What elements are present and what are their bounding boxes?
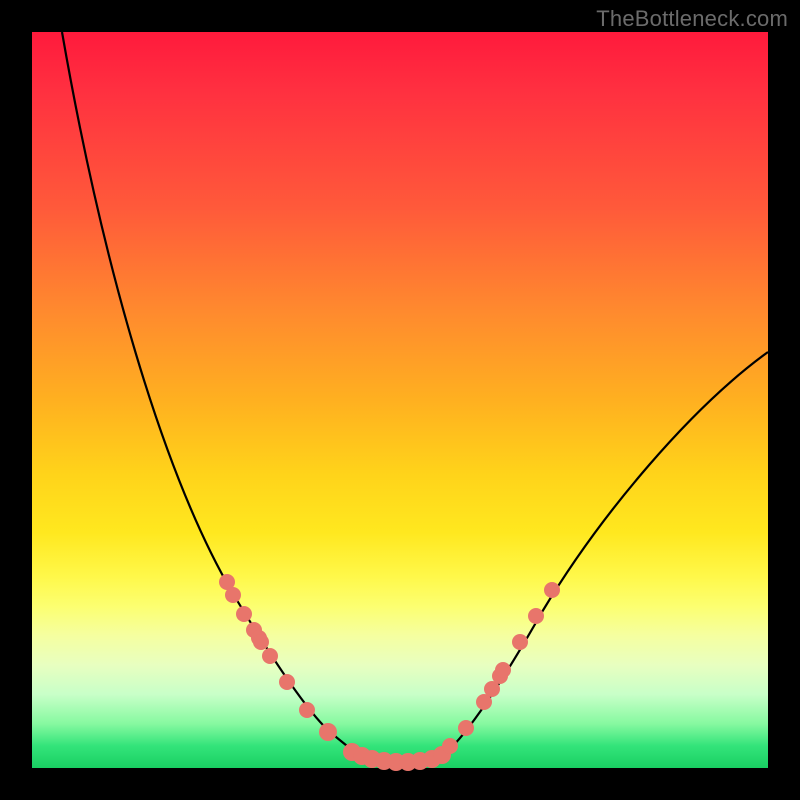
marker-dot bbox=[512, 634, 528, 650]
marker-dot bbox=[279, 674, 295, 690]
marker-dot bbox=[442, 738, 458, 754]
outer-frame: TheBottleneck.com bbox=[0, 0, 800, 800]
marker-dot bbox=[458, 720, 474, 736]
marker-dot bbox=[528, 608, 544, 624]
marker-group bbox=[219, 574, 560, 771]
gradient-plot-area bbox=[32, 32, 768, 768]
marker-dot bbox=[495, 662, 511, 678]
v-curve-path bbox=[62, 32, 768, 762]
marker-dot bbox=[544, 582, 560, 598]
marker-dot bbox=[299, 702, 315, 718]
marker-dot bbox=[262, 648, 278, 664]
curve-layer bbox=[32, 32, 768, 768]
marker-dot bbox=[319, 723, 337, 741]
marker-dot bbox=[236, 606, 252, 622]
watermark-text: TheBottleneck.com bbox=[596, 6, 788, 32]
marker-dot bbox=[253, 634, 269, 650]
marker-dot bbox=[225, 587, 241, 603]
